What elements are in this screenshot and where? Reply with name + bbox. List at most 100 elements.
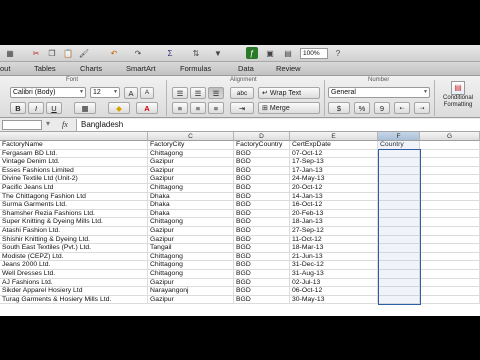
table-cell[interactable] — [420, 218, 480, 227]
table-cell[interactable]: 24-May-13 — [290, 175, 378, 184]
undo-icon[interactable]: ↶ — [108, 47, 120, 59]
table-cell[interactable]: Chittagong — [148, 261, 234, 270]
table-cell[interactable]: BGD — [234, 252, 290, 262]
table-cell[interactable]: Gazipur — [148, 166, 234, 176]
number-format-select[interactable]: General ▼ — [328, 87, 430, 98]
column-header-b[interactable] — [0, 132, 148, 141]
table-cell[interactable] — [378, 149, 420, 159]
table-cell[interactable]: Chittagong — [148, 270, 234, 279]
table-cell[interactable]: Esses Fashions Limited — [0, 166, 148, 176]
column-header-g[interactable]: G — [420, 132, 480, 141]
table-cell[interactable]: Chittagong — [148, 252, 234, 262]
currency-button[interactable]: $ — [328, 102, 350, 114]
table-cell[interactable] — [420, 295, 480, 305]
table-cell[interactable] — [420, 149, 480, 159]
table-cell[interactable] — [378, 227, 420, 236]
column-header-f[interactable]: F — [378, 132, 420, 141]
table-cell[interactable]: Modiste (CEPZ) Ltd. — [0, 252, 148, 262]
table-cell[interactable] — [378, 261, 420, 270]
table-cell[interactable] — [378, 158, 420, 167]
copy-icon[interactable]: ❐ — [46, 47, 58, 59]
table-cell[interactable]: Dhaka — [148, 209, 234, 219]
table-cell[interactable]: BGD — [234, 218, 290, 227]
font-color-button[interactable]: A — [136, 102, 158, 114]
table-cell[interactable]: 17-Sep-13 — [290, 158, 378, 167]
table-cell[interactable]: 27-Sep-12 — [290, 227, 378, 236]
tab-data[interactable]: Data — [238, 64, 254, 73]
table-cell[interactable]: 07-Oct-12 — [290, 149, 378, 159]
table-cell[interactable]: BGD — [234, 244, 290, 253]
table-cell[interactable]: Sikder Apparel Hosiery Ltd — [0, 287, 148, 296]
table-cell[interactable]: 17-Jan-13 — [290, 166, 378, 176]
table-cell[interactable]: Dhaka — [148, 192, 234, 202]
cancel-icon[interactable]: ▾ — [46, 119, 50, 128]
table-cell[interactable] — [378, 287, 420, 296]
italic-button[interactable]: I — [28, 102, 44, 114]
table-cell[interactable] — [378, 166, 420, 176]
header-cell[interactable]: FactoryName — [0, 141, 148, 150]
table-cell[interactable]: Pacific Jeans Ltd — [0, 184, 148, 193]
autosum-icon[interactable]: Σ — [164, 47, 176, 59]
comma-style-button[interactable]: 9 — [374, 102, 390, 114]
tab-review[interactable]: Review — [276, 64, 301, 73]
wrap-text-button[interactable]: ↵ Wrap Text — [258, 87, 320, 99]
table-cell[interactable]: 11-Oct-12 — [290, 235, 378, 245]
table-cell[interactable]: 20-Feb-13 — [290, 209, 378, 219]
table-cell[interactable] — [420, 158, 480, 167]
table-cell[interactable] — [420, 175, 480, 184]
table-cell[interactable]: 18-Mar-13 — [290, 244, 378, 253]
table-cell[interactable] — [420, 192, 480, 202]
font-name-select[interactable]: Calibri (Body) ▼ — [10, 87, 86, 98]
grow-font-button[interactable]: A — [124, 87, 138, 99]
align-middle-button[interactable]: ☰ — [190, 87, 206, 99]
table-cell[interactable]: Shamsher Rezia Fashions Ltd. — [0, 209, 148, 219]
table-cell[interactable]: BGD — [234, 209, 290, 219]
table-cell[interactable]: The Chittagong Fashion Ltd — [0, 192, 148, 202]
table-cell[interactable]: BGD — [234, 287, 290, 296]
table-cell[interactable]: Tangail — [148, 244, 234, 253]
header-cell[interactable] — [420, 141, 480, 150]
table-cell[interactable]: Turag Garments & Hosiery Mills Ltd. — [0, 295, 148, 305]
header-cell[interactable]: CertExpDate — [290, 141, 378, 150]
table-cell[interactable] — [420, 184, 480, 193]
header-cell[interactable]: FactoryCountry — [234, 141, 290, 150]
table-cell[interactable] — [378, 209, 420, 219]
table-cell[interactable]: BGD — [234, 261, 290, 270]
table-cell[interactable] — [420, 209, 480, 219]
table-cell[interactable] — [378, 295, 420, 305]
table-cell[interactable] — [420, 278, 480, 288]
new-workbook-icon[interactable]: ▦ — [4, 47, 16, 59]
table-cell[interactable]: AJ Fashions Ltd. — [0, 278, 148, 288]
table-cell[interactable]: Gazipur — [148, 295, 234, 305]
table-cell[interactable]: Shishir Knitting & Dyeing Ltd. — [0, 235, 148, 245]
cut-icon[interactable]: ✂ — [30, 47, 42, 59]
table-cell[interactable] — [420, 227, 480, 236]
table-cell[interactable]: 14-Jan-13 — [290, 192, 378, 202]
redo-icon[interactable]: ↷ — [132, 47, 144, 59]
table-cell[interactable] — [420, 166, 480, 176]
table-cell[interactable]: Vintage Denim Ltd. — [0, 158, 148, 167]
table-cell[interactable] — [378, 244, 420, 253]
table-cell[interactable]: BGD — [234, 295, 290, 305]
gallery-icon[interactable]: ƒ — [246, 47, 258, 59]
table-cell[interactable] — [378, 235, 420, 245]
align-top-button[interactable]: ☰ — [172, 87, 188, 99]
table-cell[interactable]: BGD — [234, 166, 290, 176]
table-cell[interactable] — [420, 235, 480, 245]
table-cell[interactable] — [420, 201, 480, 210]
column-header-e[interactable]: E — [290, 132, 378, 141]
table-cell[interactable]: BGD — [234, 149, 290, 159]
conditional-formatting-button[interactable]: ▤ Conditional Formatting — [438, 81, 478, 117]
table-cell[interactable] — [420, 287, 480, 296]
tab-layout[interactable]: out — [0, 64, 10, 73]
table-cell[interactable]: Jeans 2000 Ltd. — [0, 261, 148, 270]
table-cell[interactable]: 20-Oct-12 — [290, 184, 378, 193]
align-center-button[interactable]: ≡ — [190, 102, 206, 114]
table-cell[interactable]: Chittagong — [148, 149, 234, 159]
fill-color-button[interactable]: ◆ — [108, 102, 130, 114]
decrease-decimal-button[interactable]: ⇢ — [414, 102, 430, 114]
bold-button[interactable]: B — [10, 102, 26, 114]
zoom-field[interactable]: 100% — [300, 48, 328, 59]
table-cell[interactable]: 06-Oct-12 — [290, 287, 378, 296]
format-painter-icon[interactable]: 🖌 — [78, 47, 90, 59]
